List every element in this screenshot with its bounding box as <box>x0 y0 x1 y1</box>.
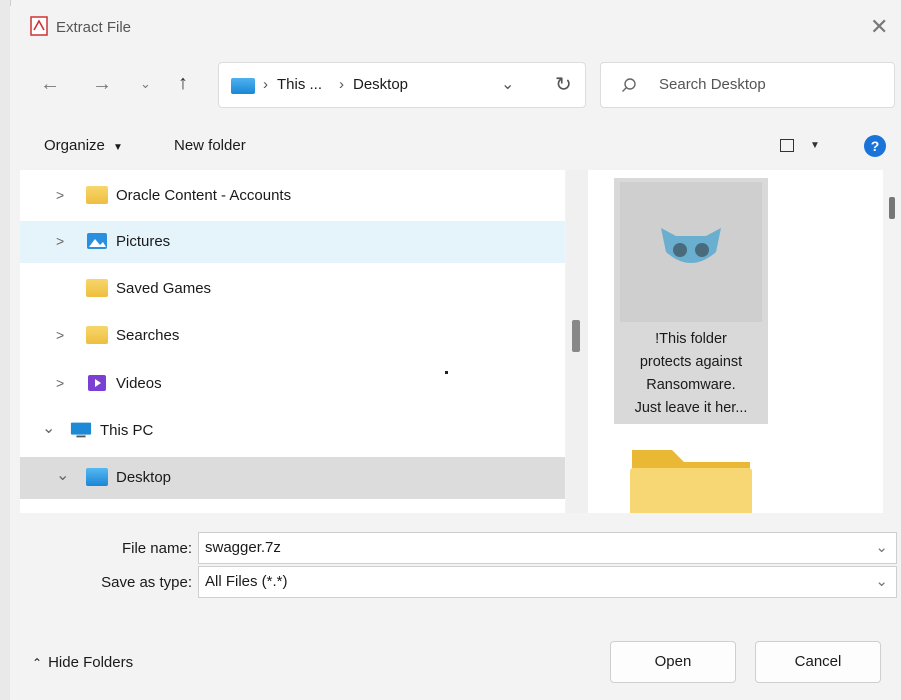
organize-dropdown-icon: ▼ <box>113 142 123 153</box>
address-dropdown-chevron-icon[interactable]: ⌄ <box>501 74 514 94</box>
tree-item-videos[interactable]: > Videos <box>20 363 565 405</box>
folder-icon <box>86 186 108 204</box>
videos-icon <box>88 375 106 391</box>
help-icon[interactable]: ? <box>864 135 886 157</box>
expand-chevron-icon[interactable]: > <box>56 375 64 391</box>
arrow-left-icon[interactable]: ← <box>40 73 60 96</box>
collapse-chevron-icon[interactable]: ⌄ <box>42 418 55 438</box>
arrow-right-icon[interactable]: → <box>92 73 112 96</box>
tree-item-searches[interactable]: > Searches <box>20 315 565 357</box>
tree-item-label: Searches <box>116 327 180 344</box>
open-button[interactable]: Open <box>610 641 736 683</box>
cancel-button[interactable]: Cancel <box>755 641 881 683</box>
save-as-type-dropdown-icon[interactable]: ⌄ <box>875 572 888 590</box>
file-list-pane: !This folder protects against Ransomware… <box>588 170 883 513</box>
tree-item-this-pc[interactable]: ⌄ This PC <box>20 410 565 452</box>
refresh-icon[interactable]: ↻ <box>555 72 572 97</box>
tree-item-label: Oracle Content - Accounts <box>116 187 292 204</box>
desktop-icon <box>86 468 108 486</box>
navigation-pane-scrollbar[interactable] <box>566 170 588 513</box>
search-box[interactable]: Search Desktop <box>600 62 895 108</box>
pdf-app-icon <box>30 16 48 36</box>
file-label-line-2: protects against <box>639 354 743 370</box>
tree-item-oracle-content[interactable]: > Oracle Content - Accounts <box>20 175 565 217</box>
address-bar[interactable]: › This ... › Desktop ⌄ ↻ <box>218 62 586 108</box>
dialog-title: Extract File <box>56 19 132 36</box>
expand-chevron-icon[interactable]: > <box>56 187 64 203</box>
file-name-input[interactable]: swagger.7z ⌄ <box>198 532 897 564</box>
cursor-dot <box>445 371 448 374</box>
view-dropdown-icon[interactable]: ▼ <box>810 140 820 151</box>
breadcrumb-separator-1: › <box>263 76 268 93</box>
file-thumbnail <box>620 182 762 322</box>
title-bar <box>10 6 901 56</box>
tree-item-label: Desktop <box>116 469 172 486</box>
tree-item-label: This PC <box>100 422 154 439</box>
file-label-line-3: Ransomware. <box>646 377 736 393</box>
file-name-label: File name: <box>121 540 192 557</box>
file-name-value: swagger.7z <box>205 539 281 556</box>
tree-item-label: Pictures <box>116 233 171 250</box>
scrollbar-thumb[interactable] <box>572 320 580 352</box>
close-icon[interactable]: ✕ <box>870 14 888 40</box>
hide-folders-button[interactable]: ⌃ Hide Folders <box>32 654 133 671</box>
expand-chevron-icon[interactable]: > <box>56 233 64 249</box>
pc-icon <box>70 422 92 438</box>
new-folder-button[interactable]: New folder <box>174 137 246 154</box>
file-label-line-1: !This folder <box>655 331 727 347</box>
save-as-type-select[interactable]: All Files (*.*) ⌄ <box>198 566 897 598</box>
organize-label: Organize <box>44 137 105 154</box>
folder-icon <box>86 326 108 344</box>
tree-item-desktop[interactable]: ⌄ Desktop <box>20 457 565 499</box>
file-list-scrollbar[interactable] <box>883 170 901 513</box>
hide-folders-label: Hide Folders <box>48 654 134 671</box>
folder-icon <box>86 279 108 297</box>
tree-item-label: Videos <box>116 375 162 392</box>
expand-chevron-icon[interactable]: > <box>56 327 64 343</box>
search-placeholder: Search Desktop <box>659 76 766 93</box>
file-name-dropdown-icon[interactable]: ⌄ <box>875 538 888 556</box>
pictures-icon <box>87 233 107 249</box>
navigation-pane: > Oracle Content - Accounts > Pictures S… <box>20 170 565 513</box>
breadcrumb-separator-2: › <box>339 76 344 93</box>
chevron-up-icon: ⌃ <box>32 656 43 670</box>
desktop-location-icon <box>231 78 255 94</box>
file-label-line-4: Just leave it her... <box>634 400 748 416</box>
file-item-label: !This folder protects against Ransomware… <box>614 328 768 420</box>
tree-item-label: Saved Games <box>116 280 212 297</box>
arrow-up-icon[interactable]: ↑ <box>178 72 188 95</box>
organize-menu[interactable]: Organize ▼ <box>44 137 123 154</box>
breadcrumb-desktop[interactable]: Desktop <box>353 76 408 93</box>
file-item-ransomware-folder[interactable]: !This folder protects against Ransomware… <box>614 178 768 424</box>
folder-icon[interactable] <box>628 448 754 513</box>
breadcrumb-this-pc[interactable]: This ... <box>277 76 322 93</box>
save-as-type-label: Save as type: <box>101 574 192 591</box>
chevron-down-icon[interactable]: ⌄ <box>140 76 151 92</box>
collapse-chevron-icon[interactable]: ⌄ <box>56 465 69 485</box>
save-as-type-value: All Files (*.*) <box>205 573 288 590</box>
view-options-icon[interactable] <box>780 139 794 152</box>
search-icon <box>622 78 636 92</box>
scrollbar-thumb[interactable] <box>889 197 895 219</box>
owl-logo-icon <box>661 228 721 263</box>
tree-item-pictures[interactable]: > Pictures <box>20 221 565 263</box>
tree-item-saved-games[interactable]: Saved Games <box>20 268 565 310</box>
